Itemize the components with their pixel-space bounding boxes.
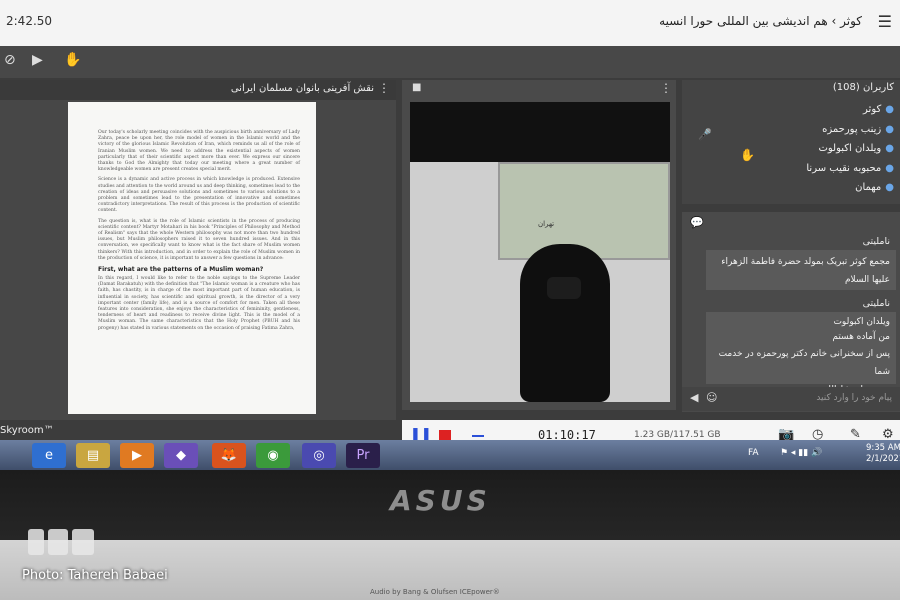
speaker-figure bbox=[520, 244, 610, 402]
laptop-screen: 2:42.50 کوثر › هم اندیشی بین المللی حورا… bbox=[0, 0, 900, 470]
chat-message: ویلدان اکبولوت من آماده هستم پس از سخنرا… bbox=[706, 312, 896, 395]
doc-heading: First, what are the patterns of a Muslim… bbox=[98, 266, 264, 274]
speaker-video: تهران bbox=[410, 102, 670, 402]
video-camera-icon: ■ bbox=[412, 82, 422, 93]
emoji-icon[interactable]: ☺ bbox=[706, 391, 717, 404]
taskbar-media[interactable]: ▶ bbox=[120, 443, 154, 468]
windows-taskbar: e ▤ ▶ ◆ 🦊 ◉ ◎ Pr FA ⚑ ◂ ▮▮ 🔊 9:35 AM 2/1… bbox=[0, 440, 900, 470]
chat-panel: 💬 ناملیتی مجمع کوثر تبریک بمولد حضرة فاط… bbox=[682, 212, 900, 412]
taskbar-firefox[interactable]: 🦊 bbox=[212, 443, 246, 468]
photo-stage: 2:42.50 کوثر › هم اندیشی بین المللی حورا… bbox=[0, 0, 900, 600]
photo-credit: Photo: Tahereh Babaei bbox=[22, 568, 168, 583]
participant-item[interactable]: ●ویلدان اکبولوت bbox=[806, 143, 894, 163]
chat-input-bar[interactable]: پیام خود را وارد کنید ◀ ☺ bbox=[682, 387, 900, 411]
participant-item[interactable]: ●کوثر bbox=[806, 104, 894, 124]
audio-branding: Audio by Bang & Olufsen ICEpower® bbox=[370, 588, 500, 596]
minimize-recorder-button[interactable] bbox=[472, 435, 484, 437]
user-icon: ● bbox=[885, 162, 894, 174]
mic-icon[interactable]: 🎤 bbox=[698, 128, 712, 141]
user-icon: ● bbox=[885, 123, 894, 135]
hand-icon[interactable]: ✋ bbox=[740, 148, 755, 162]
user-icon: ● bbox=[885, 182, 894, 193]
participant-item[interactable]: ●زینب پورحمزه bbox=[806, 124, 894, 144]
system-tray[interactable]: ⚑ ◂ ▮▮ 🔊 bbox=[780, 448, 822, 458]
camera-off-icon[interactable]: ⊘ bbox=[4, 52, 16, 68]
participant-item[interactable]: ●مهمان bbox=[806, 182, 894, 202]
document-panel: نقش آفرینی بانوان مسلمان ایرانی ⋮ Our to… bbox=[0, 80, 396, 420]
chat-message: مجمع کوثر تبریک بمولد حضرة فاطمة الزهراء… bbox=[706, 250, 896, 290]
document-options-icon[interactable]: ⋮ bbox=[378, 81, 390, 95]
doc-paragraph: The question is, what is the role of Isl… bbox=[98, 218, 300, 261]
doc-paragraph: Our today's scholarly meeting coincides … bbox=[98, 130, 300, 173]
video-options-icon[interactable]: ⋮ bbox=[660, 81, 672, 95]
toolbar: ⊘ ▶ ✋ bbox=[0, 46, 900, 78]
doc-paragraph: Science is a dynamic and active process … bbox=[98, 177, 300, 214]
chat-icon: 💬 bbox=[690, 216, 704, 229]
video-panel: ■ ⋮ تهران bbox=[402, 80, 676, 410]
session-time: 2:42.50 bbox=[6, 14, 53, 28]
chat-sender: ناملیتی bbox=[862, 298, 890, 309]
chat-input-placeholder[interactable]: پیام خود را وارد کنید bbox=[816, 393, 892, 403]
participant-item[interactable]: ●محبوبه نقیب سرنا bbox=[806, 163, 894, 183]
participants-panel: کاربران (108) ●کوثر ●زینب پورحمزه ●ویلدا… bbox=[682, 80, 900, 204]
taskbar-premiere[interactable]: Pr bbox=[346, 443, 380, 468]
room-title: کوثر › هم اندیشی بین المللی حورا انسیه bbox=[659, 14, 862, 28]
participants-list: ●کوثر ●زینب پورحمزه ●ویلدان اکبولوت ●محب… bbox=[806, 104, 894, 202]
menu-icon[interactable]: ☰ bbox=[878, 12, 892, 31]
taskbar-clock[interactable]: 9:35 AM 2/1/2021 bbox=[866, 443, 900, 465]
skyroom-brand: Skyroom™ bbox=[0, 425, 54, 436]
agency-logo-icon bbox=[28, 529, 94, 555]
user-icon: ● bbox=[885, 143, 894, 154]
taskbar-skyroom[interactable]: ◎ bbox=[302, 443, 336, 468]
video-panel-header: ■ ⋮ bbox=[402, 80, 676, 100]
present-icon[interactable]: ▶ bbox=[32, 52, 43, 68]
participants-header: کاربران (108) bbox=[832, 82, 894, 93]
document-page: Our today's scholarly meeting coincides … bbox=[68, 102, 316, 414]
speaker-face bbox=[547, 277, 581, 299]
raise-hand-icon[interactable]: ✋ bbox=[64, 52, 81, 68]
asus-logo: ASUS bbox=[390, 484, 491, 517]
taskbar-vs[interactable]: ◆ bbox=[164, 443, 198, 468]
taskbar-chrome[interactable]: ◉ bbox=[256, 443, 290, 468]
taskbar-ie[interactable]: e bbox=[32, 443, 66, 468]
document-title: نقش آفرینی بانوان مسلمان ایرانی bbox=[230, 83, 374, 94]
map-label: تهران bbox=[538, 220, 555, 228]
taskbar-explorer[interactable]: ▤ bbox=[76, 443, 110, 468]
top-bar: 2:42.50 کوثر › هم اندیشی بین المللی حورا… bbox=[0, 0, 900, 46]
send-icon[interactable]: ◀ bbox=[690, 391, 698, 404]
wall-map bbox=[498, 162, 670, 260]
language-indicator[interactable]: FA bbox=[748, 448, 759, 458]
document-panel-header: نقش آفرینی بانوان مسلمان ایرانی ⋮ bbox=[0, 80, 396, 100]
user-icon: ● bbox=[885, 104, 894, 115]
chat-sender: ناملیتی bbox=[862, 236, 890, 247]
doc-paragraph: In this regard, I would like to refer to… bbox=[98, 276, 300, 331]
record-size: 1.23 GB/117.51 GB bbox=[634, 430, 721, 440]
